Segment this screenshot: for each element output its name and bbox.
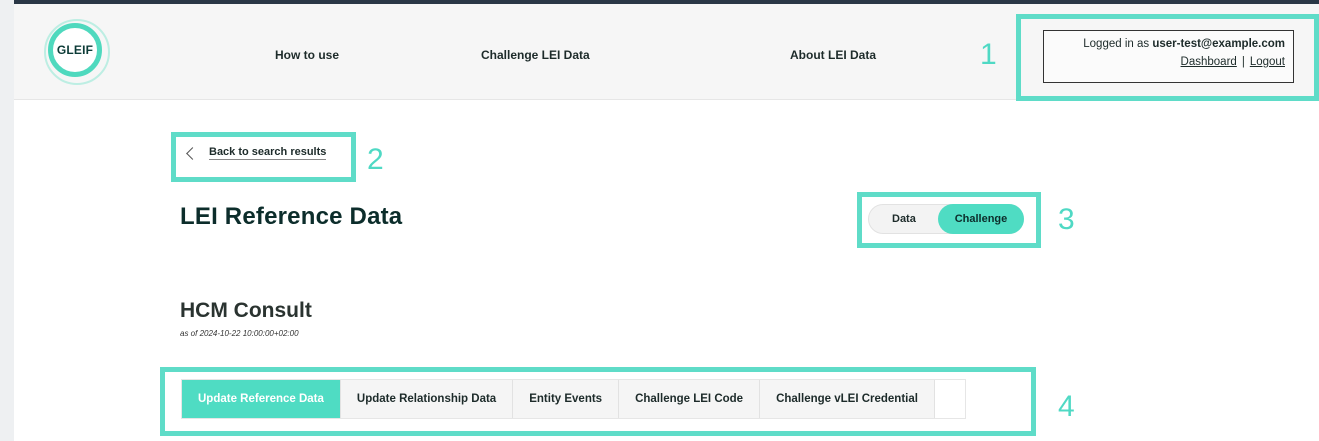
nav-how-to-use[interactable]: How to use bbox=[275, 48, 339, 62]
tab-strip-spacer bbox=[934, 380, 965, 418]
login-links: Dashboard | Logout bbox=[1044, 56, 1285, 68]
tab-challenge-vlei-credential[interactable]: Challenge vLEI Credential bbox=[760, 380, 935, 418]
logged-in-text: Logged in as user-test@example.com bbox=[1044, 38, 1285, 50]
tab-entity-events[interactable]: Entity Events bbox=[513, 380, 620, 418]
link-separator: | bbox=[1241, 56, 1245, 68]
login-info-box: Logged in as user-test@example.com Dashb… bbox=[1043, 30, 1294, 83]
toggle-option-challenge[interactable]: Challenge bbox=[938, 204, 1024, 234]
tab-challenge-lei-code[interactable]: Challenge LEI Code bbox=[619, 380, 761, 418]
tab-update-reference-data[interactable]: Update Reference Data bbox=[182, 380, 341, 418]
logged-in-user: user-test@example.com bbox=[1152, 38, 1285, 50]
tab-update-relationship-data[interactable]: Update Relationship Data bbox=[341, 380, 514, 418]
gleif-logo[interactable]: GLEIF bbox=[44, 19, 110, 85]
annotation-number-4: 4 bbox=[1058, 390, 1075, 423]
logo-text: GLEIF bbox=[56, 43, 94, 57]
chevron-left-icon bbox=[186, 147, 199, 160]
logged-in-prefix: Logged in as bbox=[1083, 38, 1150, 50]
back-to-search-link[interactable]: Back to search results bbox=[186, 146, 327, 160]
annotation-number-3: 3 bbox=[1058, 203, 1075, 236]
as-of-timestamp: as of 2024-10-22 10:00:00+02:00 bbox=[180, 329, 299, 338]
left-edge-strip bbox=[0, 0, 14, 441]
page-title: LEI Reference Data bbox=[180, 203, 403, 230]
nav-challenge-lei-data[interactable]: Challenge LEI Data bbox=[481, 48, 590, 62]
toggle-option-data[interactable]: Data bbox=[892, 213, 916, 225]
entity-tabs: Update Reference Data Update Relationshi… bbox=[181, 379, 966, 419]
back-label: Back to search results bbox=[209, 146, 327, 160]
logout-link[interactable]: Logout bbox=[1250, 56, 1285, 68]
dashboard-link[interactable]: Dashboard bbox=[1181, 56, 1237, 68]
data-challenge-toggle: Data Challenge bbox=[868, 204, 1024, 234]
annotation-number-2: 2 bbox=[367, 143, 384, 176]
nav-about-lei-data[interactable]: About LEI Data bbox=[790, 48, 876, 62]
entity-name: HCM Consult bbox=[180, 299, 312, 322]
annotation-number-1: 1 bbox=[980, 38, 997, 71]
